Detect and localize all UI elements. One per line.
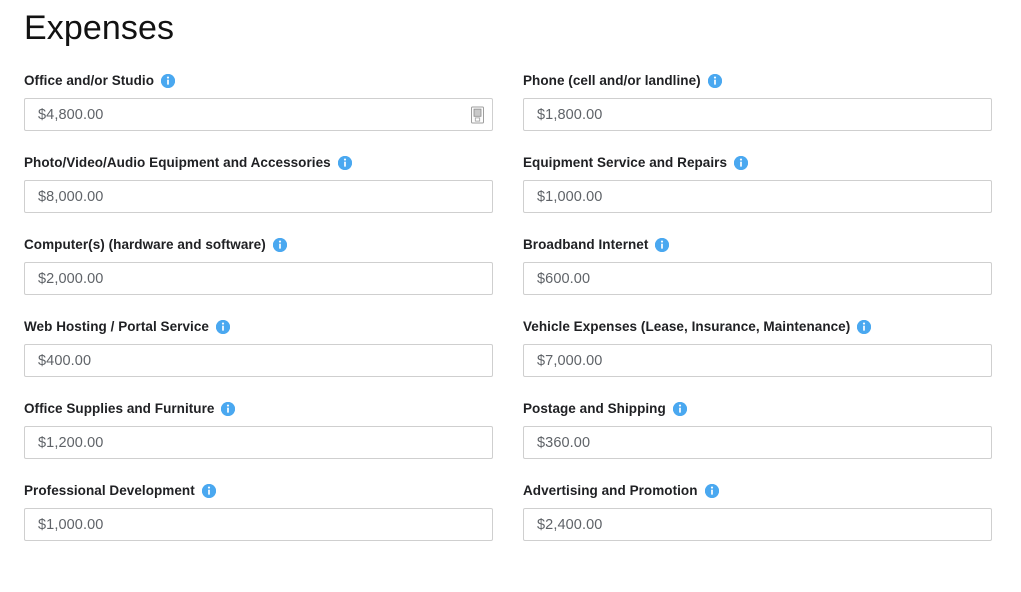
expenses-form-grid: Office and/or Studio Phone (cell and/or l… bbox=[24, 72, 997, 564]
input-wrapper-phone-cell-and-or-landline bbox=[523, 98, 992, 131]
info-circle-icon[interactable] bbox=[221, 401, 236, 416]
amount-input-phone-cell-and-or-landline[interactable] bbox=[523, 98, 992, 131]
field-label-text: Photo/Video/Audio Equipment and Accessor… bbox=[24, 155, 331, 170]
info-circle-icon[interactable] bbox=[672, 401, 687, 416]
field-photo-video-audio-equipment-and-accessories: Photo/Video/Audio Equipment and Accessor… bbox=[24, 154, 493, 213]
input-wrapper-office-supplies-and-furniture bbox=[24, 426, 493, 459]
input-wrapper-photo-video-audio-equipment-and-accessories bbox=[24, 180, 493, 213]
page-title: Expenses bbox=[24, 9, 175, 47]
amount-input-advertising-and-promotion[interactable] bbox=[523, 508, 992, 541]
field-label-professional-development: Professional Development bbox=[24, 482, 493, 499]
info-circle-icon[interactable] bbox=[201, 483, 216, 498]
amount-input-office-supplies-and-furniture[interactable] bbox=[24, 426, 493, 459]
field-phone-cell-and-or-landline: Phone (cell and/or landline) bbox=[523, 72, 992, 131]
amount-input-photo-video-audio-equipment-and-accessories[interactable] bbox=[24, 180, 493, 213]
info-circle-icon[interactable] bbox=[272, 237, 287, 252]
field-label-postage-and-shipping: Postage and Shipping bbox=[523, 400, 992, 417]
info-circle-icon[interactable] bbox=[704, 483, 719, 498]
amount-input-professional-development[interactable] bbox=[24, 508, 493, 541]
field-label-text: Office and/or Studio bbox=[24, 73, 155, 88]
field-label-vehicle-expenses: Vehicle Expenses (Lease, Insurance, Main… bbox=[523, 318, 992, 335]
field-label-text: Web Hosting / Portal Service bbox=[24, 319, 209, 334]
field-label-photo-video-audio-equipment-and-accessories: Photo/Video/Audio Equipment and Accessor… bbox=[24, 154, 493, 171]
field-label-broadband-internet: Broadband Internet bbox=[523, 236, 992, 253]
field-label-advertising-and-promotion: Advertising and Promotion bbox=[523, 482, 992, 499]
input-wrapper-office-and-or-studio bbox=[24, 98, 493, 131]
field-advertising-and-promotion: Advertising and Promotion bbox=[523, 482, 992, 541]
info-circle-icon[interactable] bbox=[734, 155, 749, 170]
info-circle-icon[interactable] bbox=[337, 155, 352, 170]
field-office-supplies-and-furniture: Office Supplies and Furniture bbox=[24, 400, 493, 459]
input-wrapper-vehicle-expenses bbox=[523, 344, 992, 377]
field-label-office-supplies-and-furniture: Office Supplies and Furniture bbox=[24, 400, 493, 417]
amount-input-computers-hardware-and-software[interactable] bbox=[24, 262, 493, 295]
input-wrapper-postage-and-shipping bbox=[523, 426, 992, 459]
field-equipment-service-and-repairs: Equipment Service and Repairs bbox=[523, 154, 992, 213]
field-broadband-internet: Broadband Internet bbox=[523, 236, 992, 295]
info-circle-icon[interactable] bbox=[857, 319, 872, 334]
input-wrapper-computers-hardware-and-software bbox=[24, 262, 493, 295]
autofill-document-icon[interactable] bbox=[471, 106, 484, 123]
input-wrapper-web-hosting-portal-service bbox=[24, 344, 493, 377]
info-circle-icon[interactable] bbox=[655, 237, 670, 252]
field-label-text: Broadband Internet bbox=[523, 237, 649, 252]
input-wrapper-broadband-internet bbox=[523, 262, 992, 295]
field-web-hosting-portal-service: Web Hosting / Portal Service bbox=[24, 318, 493, 377]
amount-input-broadband-internet[interactable] bbox=[523, 262, 992, 295]
field-computers-hardware-and-software: Computer(s) (hardware and software) bbox=[24, 236, 493, 295]
input-wrapper-professional-development bbox=[24, 508, 493, 541]
amount-input-office-and-or-studio[interactable] bbox=[24, 98, 493, 131]
amount-input-web-hosting-portal-service[interactable] bbox=[24, 344, 493, 377]
field-label-text: Office Supplies and Furniture bbox=[24, 401, 215, 416]
field-label-text: Professional Development bbox=[24, 483, 195, 498]
field-label-text: Postage and Shipping bbox=[523, 401, 666, 416]
field-professional-development: Professional Development bbox=[24, 482, 493, 541]
field-postage-and-shipping: Postage and Shipping bbox=[523, 400, 992, 459]
field-label-text: Equipment Service and Repairs bbox=[523, 155, 728, 170]
field-office-and-or-studio: Office and/or Studio bbox=[24, 72, 493, 131]
field-label-text: Vehicle Expenses (Lease, Insurance, Main… bbox=[523, 319, 851, 334]
field-label-phone-cell-and-or-landline: Phone (cell and/or landline) bbox=[523, 72, 992, 89]
input-wrapper-equipment-service-and-repairs bbox=[523, 180, 992, 213]
field-label-text: Computer(s) (hardware and software) bbox=[24, 237, 266, 252]
amount-input-postage-and-shipping[interactable] bbox=[523, 426, 992, 459]
info-circle-icon[interactable] bbox=[161, 73, 176, 88]
amount-input-equipment-service-and-repairs[interactable] bbox=[523, 180, 992, 213]
field-label-equipment-service-and-repairs: Equipment Service and Repairs bbox=[523, 154, 992, 171]
field-label-computers-hardware-and-software: Computer(s) (hardware and software) bbox=[24, 236, 493, 253]
field-label-office-and-or-studio: Office and/or Studio bbox=[24, 72, 493, 89]
info-circle-icon[interactable] bbox=[707, 73, 722, 88]
field-label-web-hosting-portal-service: Web Hosting / Portal Service bbox=[24, 318, 493, 335]
info-circle-icon[interactable] bbox=[215, 319, 230, 334]
field-label-text: Advertising and Promotion bbox=[523, 483, 698, 498]
field-vehicle-expenses: Vehicle Expenses (Lease, Insurance, Main… bbox=[523, 318, 992, 377]
field-label-text: Phone (cell and/or landline) bbox=[523, 73, 701, 88]
amount-input-vehicle-expenses[interactable] bbox=[523, 344, 992, 377]
input-wrapper-advertising-and-promotion bbox=[523, 508, 992, 541]
expenses-page: Expenses Office and/or Studio Phone (cell… bbox=[0, 0, 1021, 592]
